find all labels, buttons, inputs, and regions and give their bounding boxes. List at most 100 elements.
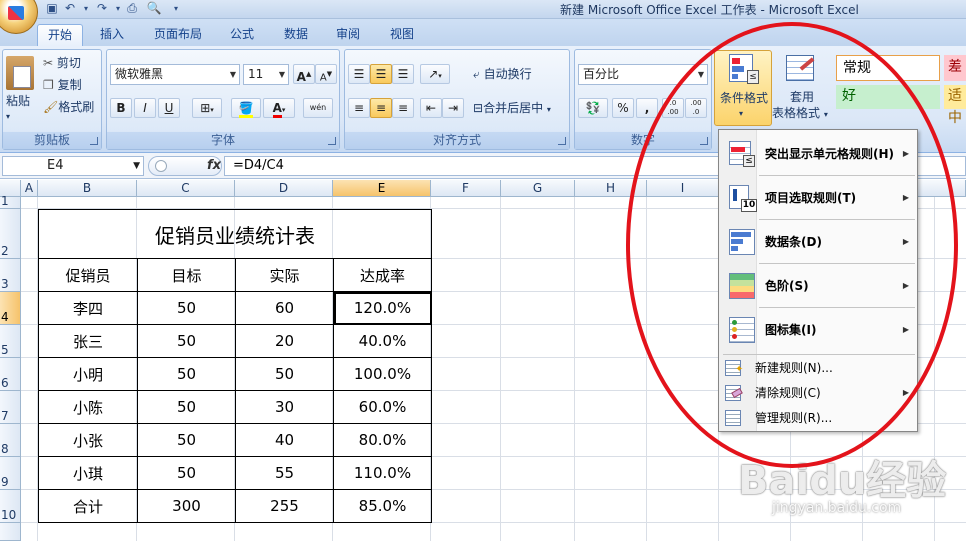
- header-cell[interactable]: 实际: [235, 258, 334, 292]
- align-right-button[interactable]: ≡: [392, 98, 414, 118]
- table-cell[interactable]: 50: [137, 324, 236, 358]
- column-header[interactable]: I: [647, 180, 719, 197]
- save-icon[interactable]: ▣: [44, 1, 60, 16]
- column-header[interactable]: A: [21, 180, 38, 197]
- row-header[interactable]: 7: [0, 391, 21, 424]
- insert-function-button[interactable]: fx: [207, 157, 221, 175]
- table-cell[interactable]: 小陈: [38, 390, 138, 424]
- table-cell[interactable]: 50: [137, 357, 236, 391]
- italic-button[interactable]: I: [134, 98, 156, 118]
- row-header[interactable]: 5: [0, 325, 21, 358]
- row-header[interactable]: 8: [0, 424, 21, 457]
- table-cell[interactable]: 张三: [38, 324, 138, 358]
- column-header[interactable]: D: [235, 180, 333, 197]
- redo-icon[interactable]: ↷: [94, 1, 110, 16]
- format-as-table-button[interactable]: 套用 表格格式 ▾: [772, 50, 834, 126]
- align-center-button[interactable]: ≡: [370, 98, 392, 118]
- menu-item-clear-rules[interactable]: 清除规则(C) ▶: [721, 381, 915, 405]
- tab-formulas[interactable]: 公式: [220, 24, 264, 46]
- bold-button[interactable]: B: [110, 98, 132, 118]
- increase-decimal-button[interactable]: .0 .00: [662, 98, 684, 118]
- column-header[interactable]: G: [501, 180, 575, 197]
- tab-view[interactable]: 视图: [380, 24, 424, 46]
- font-size-combo[interactable]: 11 ▼: [243, 64, 289, 85]
- number-launcher-icon[interactable]: [700, 137, 708, 145]
- menu-item-new-rule[interactable]: ✦ 新建规则(N)...: [721, 356, 915, 380]
- print-preview-icon[interactable]: 🔍: [146, 1, 162, 16]
- phonetic-button[interactable]: wén: [303, 98, 333, 118]
- copy-button[interactable]: ❐ 复制: [43, 76, 82, 94]
- borders-button[interactable]: ⊞▾: [192, 98, 222, 118]
- tab-data[interactable]: 数据: [274, 24, 318, 46]
- table-cell[interactable]: 255: [235, 489, 334, 523]
- column-header[interactable]: F: [431, 180, 501, 197]
- paste-icon[interactable]: [6, 56, 34, 90]
- menu-item-highlight-rules[interactable]: ≤ 突出显示单元格规则(H) ▶: [721, 133, 915, 175]
- table-cell[interactable]: 50: [137, 423, 236, 457]
- format-painter-button[interactable]: 🖌格式刷: [43, 98, 94, 116]
- shrink-font-button[interactable]: A▼: [315, 64, 337, 84]
- cut-button[interactable]: ✂ 剪切: [43, 54, 81, 72]
- undo-icon[interactable]: ↶: [62, 1, 78, 16]
- table-cell[interactable]: 50: [137, 291, 236, 325]
- row-header[interactable]: 2: [0, 209, 21, 259]
- row-header[interactable]: 3: [0, 259, 21, 292]
- table-cell[interactable]: 小张: [38, 423, 138, 457]
- row-header[interactable]: 6: [0, 358, 21, 391]
- row-header[interactable]: [0, 523, 21, 541]
- menu-item-manage-rules[interactable]: 管理规则(R)...: [721, 406, 915, 430]
- font-name-combo[interactable]: 微软雅黑 ▼: [110, 64, 240, 85]
- fill-color-button[interactable]: 🪣: [231, 98, 261, 118]
- table-cell[interactable]: 50: [137, 390, 236, 424]
- table-cell[interactable]: 100.0%: [333, 357, 432, 391]
- align-bottom-button[interactable]: ☰: [392, 64, 414, 84]
- undo-dropdown-icon[interactable]: ▾: [78, 1, 94, 16]
- orientation-button[interactable]: ↗▾: [420, 64, 450, 84]
- comma-style-button[interactable]: ,: [636, 98, 658, 118]
- header-cell[interactable]: 目标: [137, 258, 236, 292]
- align-middle-button[interactable]: ☰: [370, 64, 392, 84]
- column-header[interactable]: H: [575, 180, 647, 197]
- tab-page-layout[interactable]: 页面布局: [144, 24, 212, 46]
- style-neutral[interactable]: 适中: [944, 85, 966, 126]
- menu-item-data-bars[interactable]: 数据条(D) ▶: [721, 221, 915, 263]
- table-cell[interactable]: 60: [235, 291, 334, 325]
- align-left-button[interactable]: ≡: [348, 98, 370, 118]
- grow-font-button[interactable]: A▲: [293, 64, 315, 84]
- font-launcher-icon[interactable]: [328, 137, 336, 145]
- table-cell[interactable]: 40: [235, 423, 334, 457]
- table-cell[interactable]: 小明: [38, 357, 138, 391]
- decrease-indent-button[interactable]: ⇤: [420, 98, 442, 118]
- table-cell[interactable]: 110.0%: [333, 456, 432, 490]
- quick-print-icon[interactable]: ⎙: [124, 1, 140, 16]
- decrease-decimal-button[interactable]: .00 .0: [685, 98, 707, 118]
- number-format-combo[interactable]: 百分比 ▼: [578, 64, 708, 85]
- accounting-format-button[interactable]: 💱: [578, 98, 608, 118]
- style-normal[interactable]: 常规: [836, 55, 940, 81]
- menu-item-top-bottom-rules[interactable]: 10 项目选取规则(T) ▶: [721, 177, 915, 219]
- table-cell[interactable]: 50: [137, 456, 236, 490]
- expand-icon[interactable]: [155, 160, 167, 172]
- active-cell[interactable]: 120.0%: [333, 291, 432, 325]
- wrap-text-button[interactable]: ⤶ 自动换行: [473, 65, 532, 83]
- row-header[interactable]: 1: [0, 194, 21, 209]
- table-cell[interactable]: 30: [235, 390, 334, 424]
- table-cell[interactable]: 60.0%: [333, 390, 432, 424]
- table-title[interactable]: 促销员业绩统计表: [38, 209, 432, 259]
- row-header-selected[interactable]: 4: [0, 292, 21, 325]
- column-header-selected[interactable]: E: [333, 180, 431, 197]
- table-cell[interactable]: 合计: [38, 489, 138, 523]
- paste-dropdown-icon[interactable]: ▾: [6, 108, 10, 126]
- table-cell[interactable]: 300: [137, 489, 236, 523]
- row-header[interactable]: 10: [0, 490, 21, 523]
- row-header[interactable]: 9: [0, 457, 21, 490]
- conditional-format-button[interactable]: ≤ 条件格式 ▾: [714, 50, 772, 126]
- percent-style-button[interactable]: %: [612, 98, 634, 118]
- merge-center-button[interactable]: ⊟合并后居中 ▾: [473, 99, 551, 119]
- table-cell[interactable]: 李四: [38, 291, 138, 325]
- menu-item-icon-sets[interactable]: 图标集(I) ▶: [721, 309, 915, 351]
- tab-home[interactable]: 开始: [37, 24, 83, 46]
- table-cell[interactable]: 85.0%: [333, 489, 432, 523]
- table-cell[interactable]: 20: [235, 324, 334, 358]
- header-cell[interactable]: 促销员: [38, 258, 138, 292]
